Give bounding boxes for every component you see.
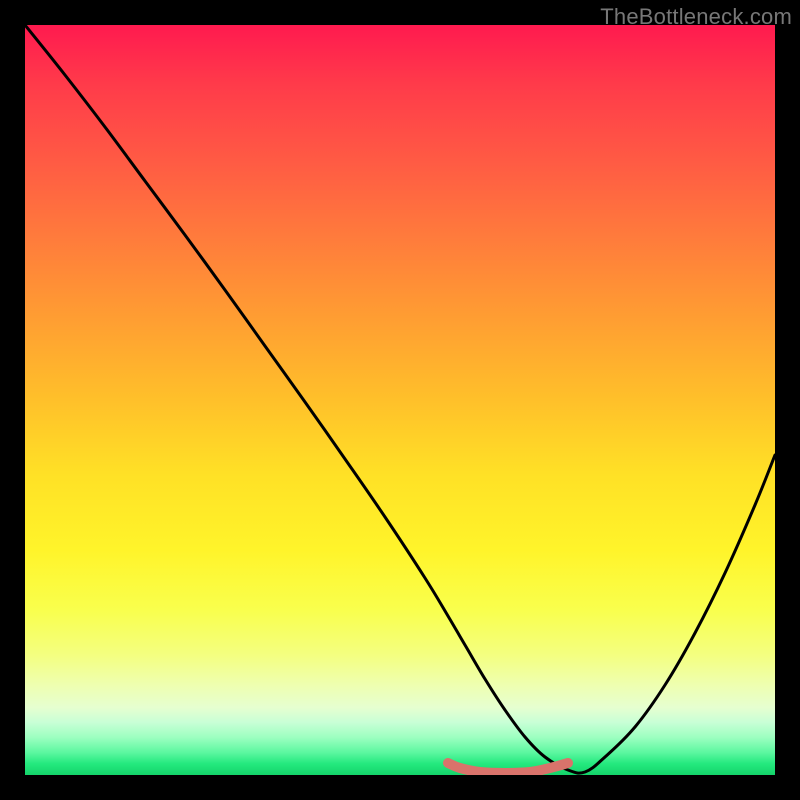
chart-frame: TheBottleneck.com xyxy=(0,0,800,800)
watermark-text: TheBottleneck.com xyxy=(600,4,792,30)
plot-area xyxy=(25,25,775,775)
bottleneck-curve xyxy=(25,25,775,773)
bottleneck-curve-svg xyxy=(25,25,775,775)
optimal-zone-marker xyxy=(448,763,568,773)
